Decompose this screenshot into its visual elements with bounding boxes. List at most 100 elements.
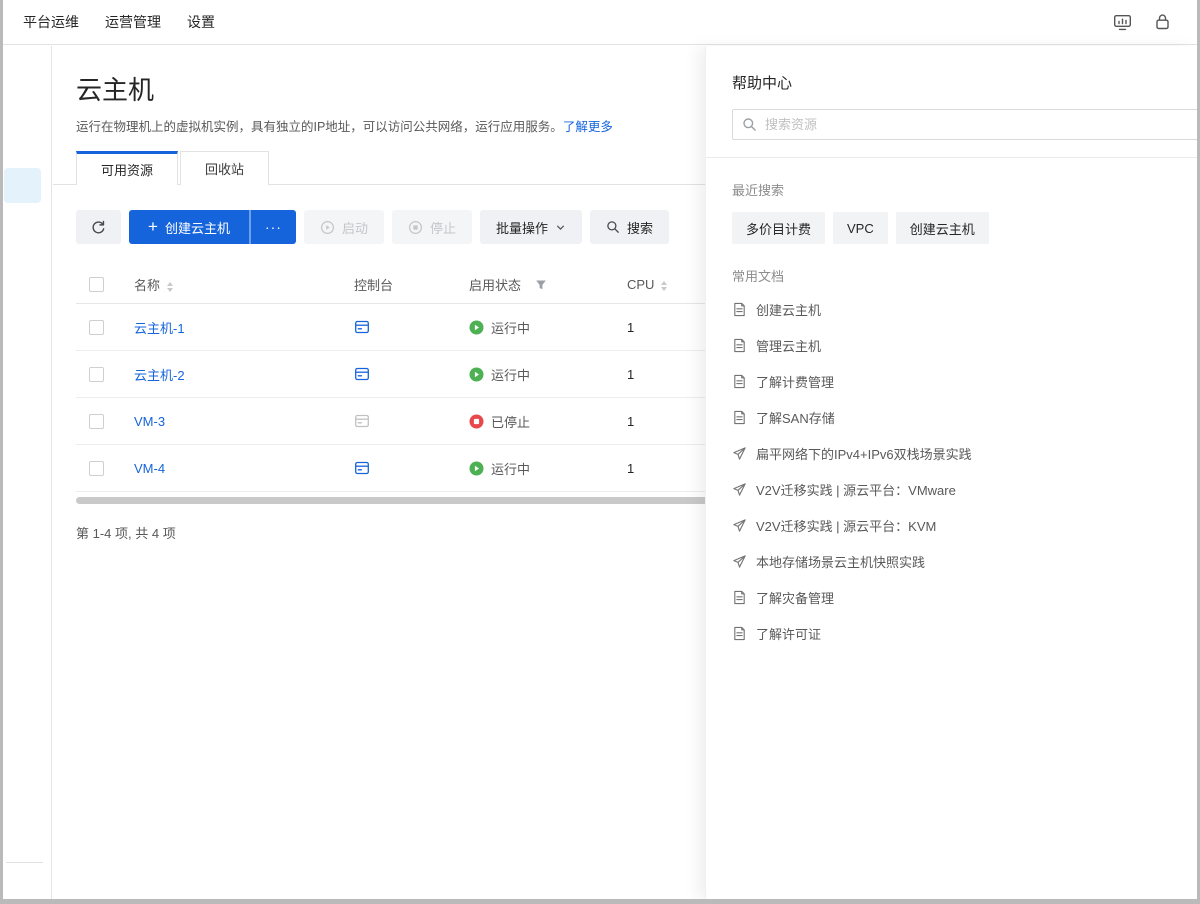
monitor-chart-icon[interactable] xyxy=(1113,14,1132,31)
status-badge: 运行中 xyxy=(491,459,530,478)
search-icon xyxy=(606,220,620,234)
docs-list: 创建云主机 管理云主机 了解计费管理 了解SAN存储 扁平网络下的IPv4+IP… xyxy=(732,291,1197,651)
horizontal-scrollbar-thumb[interactable] xyxy=(76,497,708,504)
help-panel: 帮助中心 最近搜索 多价目计费VPC创建云主机 常用文档 创建云主机 xyxy=(705,46,1197,899)
vm-name-link[interactable]: 云主机-1 xyxy=(134,321,185,336)
app-window: 平台运维 运营管理 设置 云主机 xyxy=(0,0,1200,904)
document-icon xyxy=(732,590,747,605)
help-doc-item[interactable]: 了解许可证 xyxy=(732,615,1197,651)
sort-icon[interactable] xyxy=(167,282,173,292)
help-doc-item[interactable]: 扁平网络下的IPv4+IPv6双栈场景实践 xyxy=(732,435,1197,471)
console-icon xyxy=(354,413,370,429)
rail-divider xyxy=(6,862,43,863)
cpu-value: 1 xyxy=(627,461,707,476)
doc-label: 本地存储场景云主机快照实践 xyxy=(756,552,925,571)
column-cpu: CPU xyxy=(627,277,654,292)
recent-search-label: 最近搜索 xyxy=(732,180,1197,199)
vm-name-link[interactable]: VM-4 xyxy=(134,461,165,476)
console-icon[interactable] xyxy=(354,460,370,476)
document-icon xyxy=(732,338,747,353)
vm-table: 名称 控制台 启用状态 CPU 云主机-1 运行中 1 xyxy=(76,266,708,492)
doc-label: 了解SAN存储 xyxy=(756,408,835,427)
stop-button[interactable]: 停止 xyxy=(392,210,472,244)
doc-label: V2V迁移实践 | 源云平台：KVM xyxy=(756,516,936,535)
help-search-input[interactable] xyxy=(732,109,1197,140)
refresh-button[interactable] xyxy=(76,210,121,244)
doc-label: 了解许可证 xyxy=(756,624,821,643)
chevron-down-icon xyxy=(555,222,566,233)
search-button[interactable]: 搜索 xyxy=(590,210,669,244)
help-doc-item[interactable]: 了解计费管理 xyxy=(732,363,1197,399)
help-doc-item[interactable]: V2V迁移实践 | 源云平台：VMware xyxy=(732,471,1197,507)
search-icon xyxy=(742,117,757,137)
sort-icon[interactable] xyxy=(661,281,667,291)
lock-icon[interactable] xyxy=(1154,13,1171,31)
table-body: 云主机-1 运行中 1 云主机-2 运行中 1 VM-3 已停止 1 xyxy=(76,304,708,492)
topbar-icons xyxy=(1113,13,1171,31)
page-title: 云主机 xyxy=(76,70,708,107)
main-content: 云主机 运行在物理机上的虚拟机实例，具有独立的IP地址，可以访问公共网络，运行应… xyxy=(53,46,708,899)
column-status: 启用状态 xyxy=(469,275,521,294)
console-icon[interactable] xyxy=(354,319,370,335)
document-icon xyxy=(732,302,747,317)
column-name: 名称 xyxy=(134,278,160,293)
sidebar-active-item-highlight[interactable] xyxy=(4,168,41,203)
document-icon xyxy=(732,410,747,425)
play-circle-icon xyxy=(320,220,335,235)
top-nav: 平台运维 运营管理 设置 xyxy=(23,12,215,32)
row-checkbox[interactable] xyxy=(89,320,104,335)
tab-available-resources[interactable]: 可用资源 xyxy=(76,151,178,185)
vm-name-link[interactable]: VM-3 xyxy=(134,414,165,429)
status-badge: 已停止 xyxy=(491,412,530,431)
create-vm-button[interactable]: + 创建云主机 xyxy=(129,210,249,244)
help-doc-item[interactable]: 管理云主机 xyxy=(732,327,1197,363)
row-checkbox[interactable] xyxy=(89,414,104,429)
console-icon[interactable] xyxy=(354,366,370,382)
help-doc-item[interactable]: 了解SAN存储 xyxy=(732,399,1197,435)
doc-label: V2V迁移实践 | 源云平台：VMware xyxy=(756,480,956,499)
doc-label: 了解灾备管理 xyxy=(756,588,834,607)
create-vm-split-button: + 创建云主机 ··· xyxy=(129,210,296,244)
doc-label: 扁平网络下的IPv4+IPv6双栈场景实践 xyxy=(756,444,972,463)
cpu-value: 1 xyxy=(627,320,707,335)
table-row: VM-4 运行中 1 xyxy=(76,445,708,492)
learn-more-link[interactable]: 了解更多 xyxy=(563,120,613,134)
filter-icon[interactable] xyxy=(535,279,547,291)
common-docs-label: 常用文档 xyxy=(732,266,1197,285)
help-doc-item[interactable]: 创建云主机 xyxy=(732,291,1197,327)
batch-actions-button[interactable]: 批量操作 xyxy=(480,210,582,244)
top-nav-item-0[interactable]: 平台运维 xyxy=(23,12,79,32)
start-button[interactable]: 启动 xyxy=(304,210,384,244)
help-doc-item[interactable]: 了解灾备管理 xyxy=(732,579,1197,615)
help-divider xyxy=(706,157,1197,158)
table-header: 名称 控制台 启用状态 CPU xyxy=(76,266,708,304)
help-doc-item[interactable]: 本地存储场景云主机快照实践 xyxy=(732,543,1197,579)
vm-name-link[interactable]: 云主机-2 xyxy=(134,368,185,383)
column-console: 控制台 xyxy=(354,275,393,294)
recent-search-chip[interactable]: 创建云主机 xyxy=(896,212,989,244)
cpu-value: 1 xyxy=(627,414,707,429)
select-all-checkbox[interactable] xyxy=(89,277,104,292)
table-row: VM-3 已停止 1 xyxy=(76,398,708,445)
status-running-icon xyxy=(469,367,484,382)
help-panel-title: 帮助中心 xyxy=(732,72,1197,93)
status-stopped-icon xyxy=(469,414,484,429)
cpu-value: 1 xyxy=(627,367,707,382)
recent-search-chip[interactable]: 多价目计费 xyxy=(732,212,825,244)
status-running-icon xyxy=(469,461,484,476)
top-nav-item-1[interactable]: 运营管理 xyxy=(105,12,161,32)
tab-recycle-bin[interactable]: 回收站 xyxy=(180,151,269,185)
help-doc-item[interactable]: V2V迁移实践 | 源云平台：KVM xyxy=(732,507,1197,543)
top-nav-item-2[interactable]: 设置 xyxy=(187,12,215,32)
toolbar: + 创建云主机 ··· 启动 停止 批量操作 xyxy=(76,210,708,244)
more-actions-button[interactable]: ··· xyxy=(249,210,296,244)
left-rail xyxy=(3,46,52,899)
table-row: 云主机-2 运行中 1 xyxy=(76,351,708,398)
recent-search-chip[interactable]: VPC xyxy=(833,212,888,244)
page-description: 运行在物理机上的虚拟机实例，具有独立的IP地址，可以访问公共网络，运行应用服务。… xyxy=(76,116,708,135)
table-row: 云主机-1 运行中 1 xyxy=(76,304,708,351)
row-checkbox[interactable] xyxy=(89,367,104,382)
document-icon xyxy=(732,626,747,641)
row-checkbox[interactable] xyxy=(89,461,104,476)
status-badge: 运行中 xyxy=(491,318,530,337)
